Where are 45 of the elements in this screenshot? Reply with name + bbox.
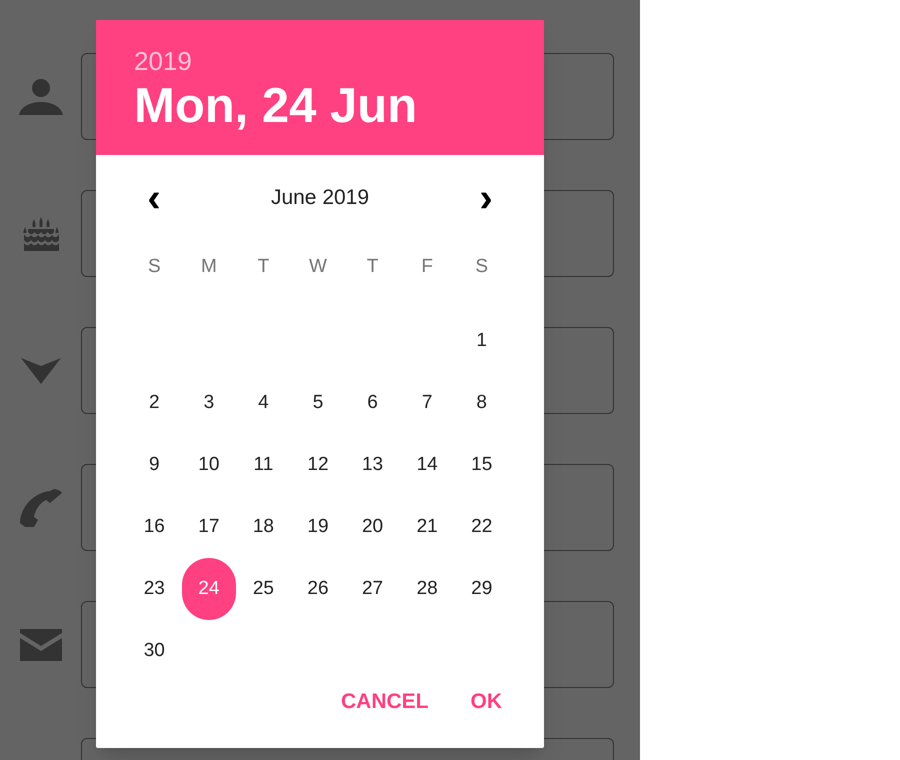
calendar-day[interactable]: 11 bbox=[236, 434, 291, 496]
calendar-day[interactable]: 5 bbox=[290, 372, 346, 434]
calendar-day[interactable]: 12 bbox=[290, 434, 346, 496]
calendar-day[interactable]: 29 bbox=[454, 558, 509, 620]
month-title: June 2019 bbox=[270, 184, 370, 211]
calendar-day[interactable]: 3 bbox=[182, 372, 236, 434]
calendar-day[interactable]: 7 bbox=[400, 372, 454, 434]
previous-month-button[interactable]: ‹ bbox=[140, 180, 168, 214]
calendar-day[interactable]: 13 bbox=[345, 434, 400, 496]
weekday-label: M bbox=[200, 254, 217, 278]
weekday-label: F bbox=[421, 254, 433, 278]
calendar-day[interactable]: 4 bbox=[236, 372, 291, 434]
selected-date-title: Mon, 24 Jun bbox=[134, 78, 418, 134]
calendar-day[interactable]: 8 bbox=[454, 372, 509, 434]
weekday-label: T bbox=[258, 254, 270, 278]
envelope-icon bbox=[20, 628, 62, 660]
calendar-day[interactable]: 20 bbox=[345, 496, 400, 558]
calendar-day[interactable]: 22 bbox=[454, 496, 509, 558]
weekday-label: S bbox=[475, 254, 488, 278]
calendar-day[interactable]: 2 bbox=[127, 372, 182, 434]
cake-icon bbox=[22, 216, 60, 250]
calendar-day[interactable]: 30 bbox=[127, 620, 182, 682]
calendar-day[interactable]: 26 bbox=[290, 558, 346, 620]
calendar-day[interactable]: 6 bbox=[345, 372, 400, 434]
calendar-day[interactable]: 14 bbox=[400, 434, 454, 496]
calendar-day[interactable]: 18 bbox=[236, 496, 291, 558]
calendar-day[interactable]: 23 bbox=[127, 558, 182, 620]
calendar-day[interactable]: 21 bbox=[400, 496, 454, 558]
person-icon bbox=[18, 78, 62, 114]
calendar-day[interactable]: 16 bbox=[127, 496, 182, 558]
calendar-day[interactable]: 10 bbox=[182, 434, 236, 496]
calendar-day[interactable]: 19 bbox=[290, 496, 346, 558]
calendar-day[interactable]: 17 bbox=[182, 496, 236, 558]
weekday-label: W bbox=[309, 254, 327, 278]
calendar-day[interactable]: 15 bbox=[454, 434, 509, 496]
calendar-day[interactable]: 1 bbox=[454, 310, 509, 372]
phone-icon bbox=[20, 488, 62, 526]
weekday-label: T bbox=[366, 254, 378, 278]
weekday-label: S bbox=[148, 254, 161, 278]
calendar-day[interactable]: 27 bbox=[345, 558, 400, 620]
calendar-day[interactable]: 25 bbox=[236, 558, 291, 620]
next-month-button[interactable]: › bbox=[472, 180, 500, 214]
triangle-arrow-icon bbox=[20, 358, 60, 384]
calendar-day[interactable]: 28 bbox=[400, 558, 454, 620]
calendar-day[interactable]: 9 bbox=[127, 434, 182, 496]
